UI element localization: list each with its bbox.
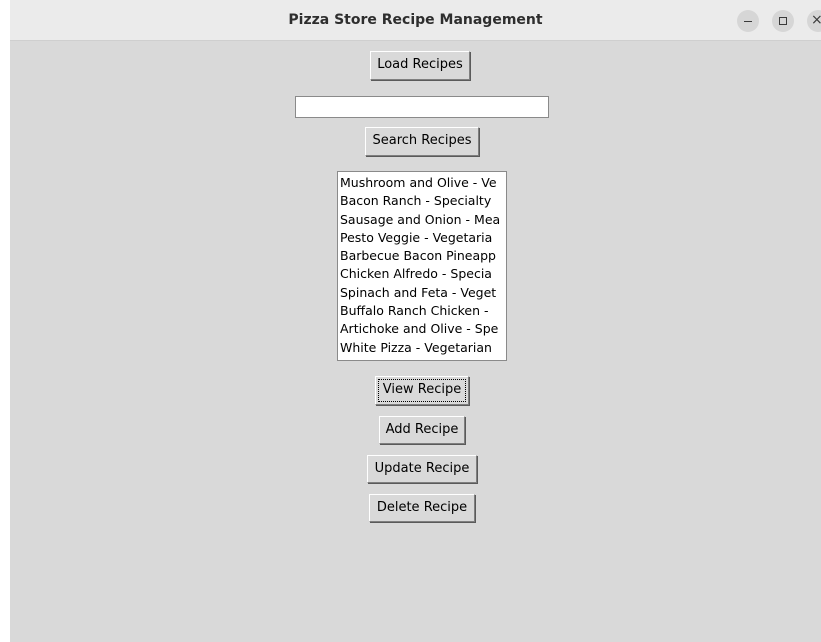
list-item[interactable]: White Pizza - Vegetarian [340, 339, 506, 357]
search-recipes-button[interactable]: Search Recipes [365, 127, 479, 156]
app-window: Pizza Store Recipe Management × Load Rec… [10, 0, 821, 642]
list-item[interactable]: Artichoke and Olive - Spe [340, 320, 506, 338]
list-item[interactable]: Sausage and Onion - Mea [340, 211, 506, 229]
list-item[interactable]: Mushroom and Olive - Ve [340, 174, 506, 192]
load-recipes-button[interactable]: Load Recipes [370, 51, 470, 80]
view-recipe-button[interactable]: View Recipe [375, 376, 469, 405]
list-item[interactable]: Barbecue Bacon Pineapp [340, 247, 506, 265]
list-item[interactable]: Pesto Veggie - Vegetaria [340, 229, 506, 247]
maximize-button[interactable] [772, 10, 794, 32]
close-icon: × [811, 12, 821, 28]
list-item[interactable]: Chicken Alfredo - Specia [340, 265, 506, 283]
list-item[interactable]: Bacon Ranch - Specialty [340, 192, 506, 210]
add-recipe-button[interactable]: Add Recipe [379, 416, 465, 444]
title-bar[interactable]: Pizza Store Recipe Management × [10, 0, 821, 41]
search-input[interactable] [295, 96, 549, 118]
delete-recipe-button[interactable]: Delete Recipe [369, 494, 475, 522]
list-item[interactable]: Spinach and Feta - Veget [340, 284, 506, 302]
maximize-icon [779, 17, 787, 25]
minimize-icon [744, 21, 752, 22]
minimize-button[interactable] [737, 10, 759, 32]
list-item[interactable]: Buffalo Ranch Chicken - [340, 302, 506, 320]
recipe-listbox[interactable]: Mushroom and Olive - Ve Bacon Ranch - Sp… [337, 171, 507, 361]
update-recipe-button[interactable]: Update Recipe [367, 455, 477, 483]
window-title: Pizza Store Recipe Management [288, 12, 543, 28]
